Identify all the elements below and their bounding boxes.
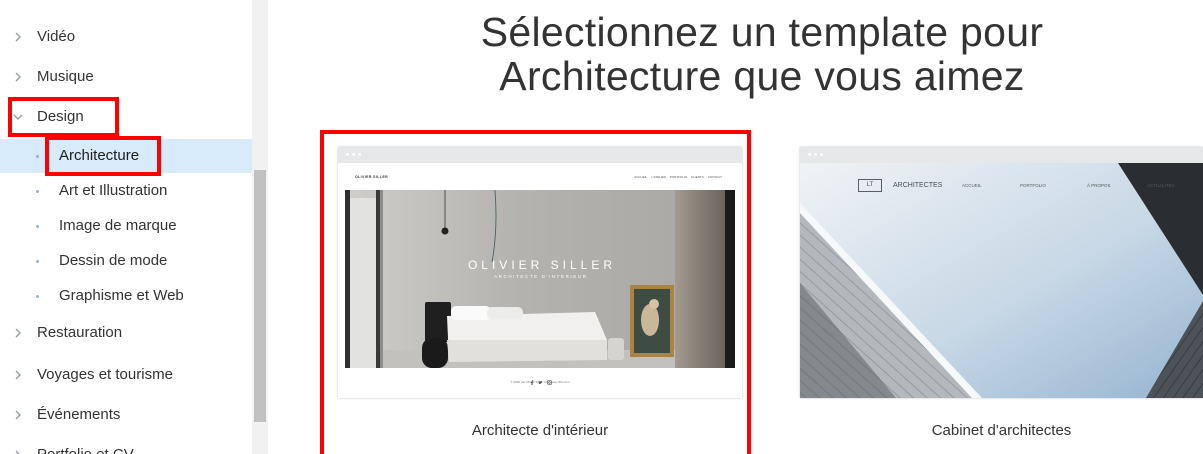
preview-nav: ACCUEIL L'ATELIER PORTFOLIO CLIENTS CONT… — [634, 175, 722, 179]
window-dot-icon — [820, 153, 823, 156]
subcategory-item-graphisme-web[interactable]: Graphisme et Web — [0, 279, 252, 313]
window-dot-icon — [358, 153, 361, 156]
chevron-down-icon — [13, 114, 23, 120]
preview-site-title: OLIVIER SILLER — [355, 175, 389, 179]
subcategory-label: Image de marque — [59, 217, 177, 234]
chevron-right-icon — [15, 328, 21, 338]
subcategory-label: Graphisme et Web — [59, 287, 184, 304]
category-label: Voyages et tourisme — [37, 366, 173, 383]
sidebar-scrollbar[interactable] — [252, 0, 268, 454]
template-card-cabinet-architectes[interactable]: LT ARCHITECTES ACCUEIL PORTFOLIO À PROPO… — [800, 147, 1203, 445]
category-label: Restauration — [37, 324, 123, 341]
category-item-voyages-tourisme[interactable]: Voyages et tourisme — [0, 355, 252, 395]
preview-nav-item: PORTFOLIO — [1020, 183, 1046, 188]
category-label: Design — [37, 108, 84, 125]
bullet-icon — [36, 224, 39, 228]
category-item-evenements[interactable]: Événements — [0, 395, 252, 435]
bullet-icon — [36, 294, 39, 298]
category-label: Vidéo — [37, 28, 76, 45]
subcategory-label: Dessin de mode — [59, 252, 168, 269]
instagram-icon — [546, 372, 552, 385]
template-name: Cabinet d'architectes — [931, 422, 1072, 439]
preview-nav-item: ACTUALITÉS — [1147, 183, 1175, 188]
page-title-line-1: Sélectionnez un template pour — [480, 9, 1044, 55]
window-dot-icon — [346, 153, 349, 156]
scrollbar-thumb[interactable] — [254, 170, 266, 422]
preview-nav-item: PORTFOLIO — [669, 175, 688, 179]
subcategory-label: Art et Illustration — [59, 182, 168, 199]
preview-nav-item: CLIENTS — [691, 175, 704, 179]
category-label: Événements — [37, 406, 121, 423]
subcategory-item-dessin-de-mode[interactable]: Dessin de mode — [0, 244, 252, 278]
chevron-right-icon — [15, 72, 21, 82]
category-label: Musique — [37, 68, 94, 85]
preview-social-links — [338, 372, 742, 385]
chevron-right-icon — [15, 32, 21, 42]
preview-site-footer: © 2035 par Olivier Siller. Créé avec Wix… — [338, 368, 742, 398]
bullet-icon — [36, 189, 39, 193]
preview-nav-item: ACCUEIL — [634, 175, 648, 179]
category-label: Portfolio et CV — [37, 440, 134, 454]
category-item-restauration[interactable]: Restauration — [0, 313, 252, 353]
window-dot-icon — [814, 153, 817, 156]
chevron-right-icon — [15, 370, 21, 380]
chevron-right-icon — [15, 450, 20, 454]
preview-hero: LT ARCHITECTES ACCUEIL PORTFOLIO À PROPO… — [800, 163, 1203, 398]
bullet-icon — [36, 154, 39, 158]
preview-nav-item: L'ATELIER — [651, 175, 666, 179]
category-item-design[interactable]: Design — [0, 97, 252, 137]
browser-bar — [338, 147, 742, 163]
bullet-icon — [36, 259, 39, 263]
chevron-right-icon — [15, 410, 21, 420]
subcategory-item-art-illustration[interactable]: Art et Illustration — [0, 174, 252, 208]
preview-hero-title: OLIVIER SILLER — [467, 258, 617, 272]
building-photo — [800, 163, 1203, 398]
subcategory-item-image-de-marque[interactable]: Image de marque — [0, 209, 252, 243]
preview-nav-item: ACCUEIL — [962, 183, 982, 188]
preview-hero: OLIVIER SILLER ARCHITECTE D'INTÉRIEUR — [345, 190, 735, 368]
facebook-icon — [529, 372, 534, 385]
preview-site-title: ARCHITECTES — [893, 182, 943, 189]
template-name: Architecte d'intérieur — [471, 422, 609, 439]
category-item-video[interactable]: Vidéo — [0, 17, 252, 57]
page-title-line-2: Architecture que vous aimez — [499, 53, 1025, 99]
category-sidebar: Vidéo Musique Design Architecture Art et… — [0, 0, 252, 454]
twitter-icon — [537, 372, 543, 384]
browser-bar — [800, 147, 1203, 163]
preview-logo-mark: LT — [858, 179, 882, 192]
template-preview[interactable]: OLIVIER SILLER ACCUEIL L'ATELIER PORTFOL… — [338, 147, 742, 398]
category-item-musique[interactable]: Musique — [0, 57, 252, 97]
subcategory-item-architecture[interactable]: Architecture — [0, 139, 252, 173]
preview-nav-item: CONTACT — [707, 175, 722, 179]
window-dot-icon — [352, 153, 355, 156]
preview-nav-item: À PROPOS — [1087, 183, 1111, 188]
subcategory-label: Architecture — [59, 147, 140, 164]
template-card-architecte-interieur[interactable]: OLIVIER SILLER ACCUEIL L'ATELIER PORTFOL… — [338, 147, 742, 445]
template-gallery-page: Vidéo Musique Design Architecture Art et… — [0, 0, 1203, 454]
category-item-portfolio-cv[interactable]: Portfolio et CV — [0, 440, 252, 454]
template-preview[interactable]: LT ARCHITECTES ACCUEIL PORTFOLIO À PROPO… — [800, 147, 1203, 398]
preview-footer-text: © 2035 par Olivier Siller. Créé avec Wix… — [510, 380, 570, 384]
window-dot-icon — [808, 153, 811, 156]
preview-site-header: OLIVIER SILLER ACCUEIL L'ATELIER PORTFOL… — [338, 163, 742, 190]
page-title: Sélectionnez un template pour Architectu… — [321, 10, 1203, 98]
preview-hero-subtitle: ARCHITECTE D'INTÉRIEUR — [494, 274, 588, 279]
